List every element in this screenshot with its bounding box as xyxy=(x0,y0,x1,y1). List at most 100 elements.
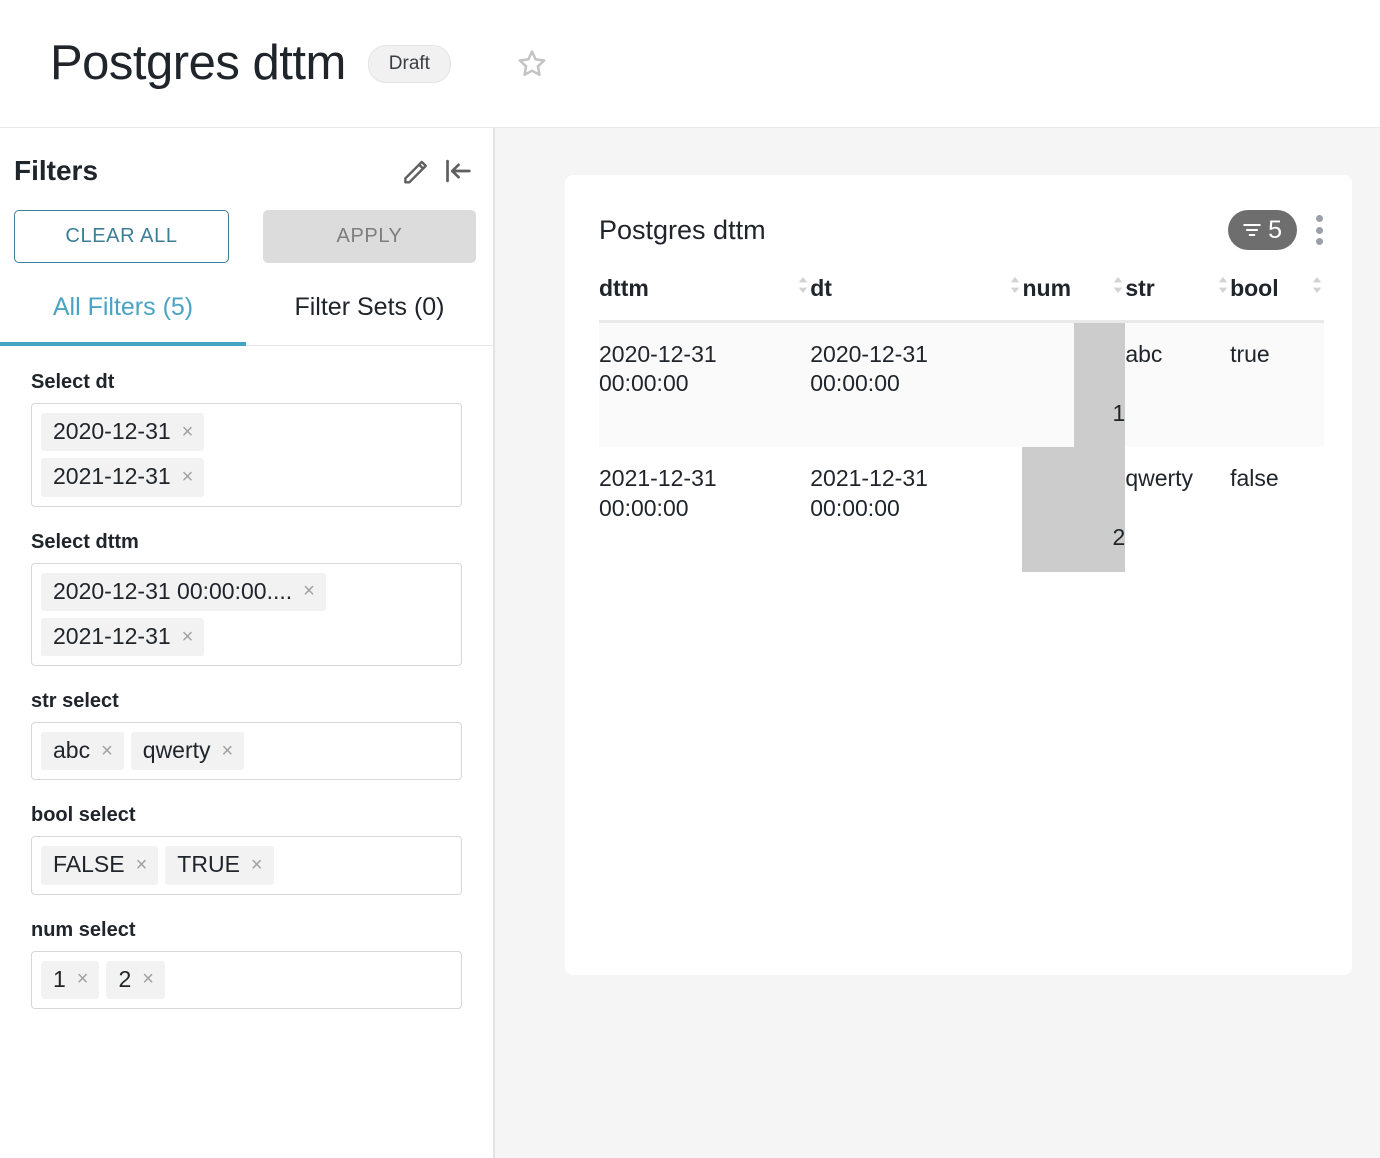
column-label: dt xyxy=(810,275,832,302)
filter-tag[interactable]: TRUE × xyxy=(165,846,273,884)
filter-list: Select dt 2020-12-31 × 2021-12-31 × Sele… xyxy=(0,346,493,1009)
close-icon[interactable]: × xyxy=(101,741,113,761)
filter-group-str-select: str select abc × qwerty × xyxy=(31,691,462,780)
sort-icon[interactable] xyxy=(1097,273,1125,303)
sort-icon[interactable] xyxy=(782,273,810,303)
tab-all-filters[interactable]: All Filters (5) xyxy=(0,295,246,346)
column-label: bool xyxy=(1230,275,1279,302)
kebab-menu-icon[interactable] xyxy=(1315,213,1324,247)
filter-tag[interactable]: 2 × xyxy=(106,961,164,999)
cell-dt: 2020-12-31 00:00:00 xyxy=(810,322,1022,448)
filters-heading: Filters xyxy=(14,157,98,185)
cell-str: abc xyxy=(1125,322,1230,448)
filter-tag[interactable]: 2020-12-31 × xyxy=(41,413,204,451)
filter-tag[interactable]: abc × xyxy=(41,732,124,770)
filter-tag-label: 2020-12-31 00:00:00.... xyxy=(53,579,292,604)
filter-label: bool select xyxy=(31,805,462,825)
filter-tag[interactable]: qwerty × xyxy=(131,732,244,770)
tab-filter-sets[interactable]: Filter Sets (0) xyxy=(246,295,493,345)
dashboard-body: Filters CLEAR ALL APPLY All Filters (5) … xyxy=(0,128,1380,1158)
sort-icon[interactable] xyxy=(994,273,1022,303)
cell-dt: 2021-12-31 00:00:00 xyxy=(810,447,1022,571)
filter-tag[interactable]: 2020-12-31 00:00:00.... × xyxy=(41,573,326,611)
dashboard-grid: Postgres dttm 5 xyxy=(495,128,1380,1158)
column-label: str xyxy=(1125,275,1154,302)
filter-tag-label: 2021-12-31 xyxy=(53,464,171,489)
close-icon[interactable]: × xyxy=(136,855,148,875)
table-header-row: dttm dt xyxy=(599,273,1324,322)
page-title: Postgres dttm xyxy=(50,39,346,88)
filters-tabs: All Filters (5) Filter Sets (0) xyxy=(0,295,493,346)
cell-num-value: 1 xyxy=(1113,400,1126,426)
star-outline-icon[interactable] xyxy=(515,47,549,81)
clear-all-button[interactable]: CLEAR ALL xyxy=(14,210,229,263)
filter-funnel-icon xyxy=(1241,219,1263,241)
filter-label: Select dt xyxy=(31,372,462,392)
sort-icon[interactable] xyxy=(1202,273,1230,303)
table-header: dttm dt xyxy=(599,273,1324,322)
collapse-left-icon[interactable] xyxy=(441,154,475,188)
close-icon[interactable]: × xyxy=(303,581,315,601)
column-header-dt[interactable]: dt xyxy=(810,273,1022,322)
close-icon[interactable]: × xyxy=(182,467,194,487)
close-icon[interactable]: × xyxy=(182,422,194,442)
column-label: dttm xyxy=(599,275,649,302)
cell-dttm: 2020-12-31 00:00:00 xyxy=(599,322,810,448)
menu-dot xyxy=(1316,238,1323,245)
filter-tag-label: 2 xyxy=(118,967,131,992)
filter-tag[interactable]: 2021-12-31 × xyxy=(41,618,204,656)
column-header-str[interactable]: str xyxy=(1125,273,1230,322)
pencil-icon[interactable] xyxy=(399,154,433,188)
filter-tag-label: 1 xyxy=(53,967,66,992)
apply-button[interactable]: APPLY xyxy=(263,210,476,263)
close-icon[interactable]: × xyxy=(251,855,263,875)
filter-group-select-dt: Select dt 2020-12-31 × 2021-12-31 × xyxy=(31,372,462,507)
sort-icon[interactable] xyxy=(1296,273,1324,303)
menu-dot xyxy=(1316,215,1323,222)
bool-select-input[interactable]: FALSE × TRUE × xyxy=(31,836,462,894)
filters-panel-header: Filters xyxy=(0,128,493,188)
menu-dot xyxy=(1316,227,1323,234)
filter-label: str select xyxy=(31,691,462,711)
select-dttm-input[interactable]: 2020-12-31 00:00:00.... × 2021-12-31 × xyxy=(31,563,462,667)
str-select-input[interactable]: abc × qwerty × xyxy=(31,722,462,780)
column-header-bool[interactable]: bool xyxy=(1230,273,1324,322)
filters-panel-actions xyxy=(399,154,475,188)
close-icon[interactable]: × xyxy=(182,627,194,647)
filter-tag[interactable]: FALSE × xyxy=(41,846,158,884)
chart-card: Postgres dttm 5 xyxy=(565,175,1352,975)
result-table: dttm dt xyxy=(599,273,1324,572)
column-label: num xyxy=(1022,275,1071,302)
filter-group-select-dttm: Select dttm 2020-12-31 00:00:00.... × 20… xyxy=(31,532,462,667)
cell-bool: false xyxy=(1230,447,1324,571)
num-data-bar xyxy=(1074,323,1125,447)
filter-group-bool-select: bool select FALSE × TRUE × xyxy=(31,805,462,894)
filter-group-num-select: num select 1 × 2 × xyxy=(31,920,462,1009)
applied-filters-count: 5 xyxy=(1268,218,1282,243)
table-row[interactable]: 2020-12-31 00:00:00 2020-12-31 00:00:00 … xyxy=(599,322,1324,448)
applied-filters-badge[interactable]: 5 xyxy=(1228,210,1297,250)
filter-label: Select dttm xyxy=(31,532,462,552)
column-header-num[interactable]: num xyxy=(1022,273,1125,322)
chart-card-header: Postgres dttm 5 xyxy=(599,209,1324,251)
filter-label: num select xyxy=(31,920,462,940)
cell-num: 2 xyxy=(1022,447,1125,571)
cell-num: 1 xyxy=(1022,322,1125,448)
num-select-input[interactable]: 1 × 2 × xyxy=(31,951,462,1009)
status-badge: Draft xyxy=(368,45,451,83)
select-dt-input[interactable]: 2020-12-31 × 2021-12-31 × xyxy=(31,403,462,507)
close-icon[interactable]: × xyxy=(142,969,154,989)
filter-tag-label: TRUE xyxy=(177,852,240,877)
filter-tag-label: 2020-12-31 xyxy=(53,419,171,444)
close-icon[interactable]: × xyxy=(77,969,89,989)
table-row[interactable]: 2021-12-31 00:00:00 2021-12-31 00:00:00 … xyxy=(599,447,1324,571)
filter-tag-label: FALSE xyxy=(53,852,125,877)
filter-tag-label: abc xyxy=(53,738,90,763)
filters-sidebar: Filters CLEAR ALL APPLY All Filters (5) … xyxy=(0,128,495,1158)
num-data-bar xyxy=(1022,447,1125,571)
filter-tag[interactable]: 1 × xyxy=(41,961,99,999)
close-icon[interactable]: × xyxy=(222,741,234,761)
filter-tag[interactable]: 2021-12-31 × xyxy=(41,458,204,496)
cell-str: qwerty xyxy=(1125,447,1230,571)
column-header-dttm[interactable]: dttm xyxy=(599,273,810,322)
